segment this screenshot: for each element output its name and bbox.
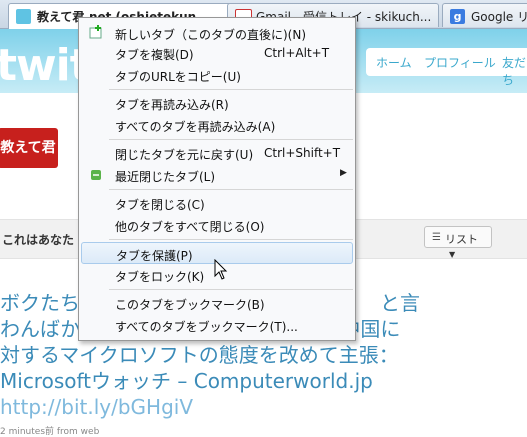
menu-item-label: このタブをブックマーク(B)	[115, 298, 265, 312]
menu-item-label: タブを保護(P)	[116, 249, 193, 263]
menu-item-duplicate-tab[interactable]: タブを複製(D) Ctrl+Alt+T	[81, 42, 353, 64]
nav-profile[interactable]: プロフィール	[424, 54, 496, 71]
list-icon: ☰	[432, 232, 441, 243]
menu-item-label: 閉じたタブを元に戻す(U)	[115, 148, 254, 162]
tab-title: Google リー	[471, 10, 527, 24]
menu-item-copy-url[interactable]: タブのURLをコピー(U)	[81, 64, 353, 86]
menu-separator	[109, 189, 353, 190]
menu-separator	[109, 139, 353, 140]
menu-item-label: タブを閉じる(C)	[115, 198, 205, 212]
avatar[interactable]: 教えて君	[0, 120, 66, 174]
info-bar-text: これはあなた	[2, 233, 75, 247]
tab-context-menu: 新しいタブ（このタブの直後に)(N) タブを複製(D) Ctrl+Alt+T タ…	[78, 17, 356, 341]
menu-separator	[109, 89, 353, 90]
new-tab-icon	[89, 25, 102, 39]
menu-item-label: 最近閉じたタブ(L)	[115, 170, 216, 184]
menu-item-shortcut: Ctrl+Alt+T	[264, 46, 330, 60]
nav-home[interactable]: ホーム	[376, 54, 412, 71]
mouse-cursor-icon	[214, 259, 228, 280]
menu-separator	[109, 239, 353, 240]
tweet-meta: 2 minutes前 from web	[0, 427, 100, 437]
menu-item-undo-close[interactable]: 閉じたタブを元に戻す(U) Ctrl+Shift+T	[81, 142, 353, 164]
menu-item-label: タブを複製(D)	[115, 48, 194, 62]
menu-item-bookmark-tab[interactable]: このタブをブックマーク(B)	[81, 292, 353, 314]
top-nav: ホーム プロフィール 友だち	[366, 48, 527, 87]
menu-item-label: タブを再読み込み(R)	[115, 98, 229, 112]
menu-separator	[109, 289, 353, 290]
menu-item-close-tab[interactable]: タブを閉じる(C)	[81, 192, 353, 214]
menu-item-reload-all[interactable]: すべてのタブを再読み込み(A)	[81, 114, 353, 136]
menu-item-recently-closed[interactable]: 最近閉じたタブ(L) ▶	[81, 164, 353, 186]
menu-item-label: タブをロック(K)	[115, 270, 205, 284]
menu-item-bookmark-all[interactable]: すべてのタブをブックマーク(T)...	[81, 314, 353, 336]
twitter-icon	[16, 9, 31, 24]
menu-item-close-others[interactable]: 他のタブをすべて閉じる(O)	[81, 214, 353, 236]
menu-item-label: タブのURLをコピー(U)	[115, 70, 241, 84]
submenu-arrow-icon: ▶	[340, 168, 347, 178]
tab-google-reader[interactable]: g Google リー	[442, 3, 527, 27]
menu-item-label: 新しいタブ（このタブの直後に)(N)	[115, 28, 307, 42]
menu-item-reload-tab[interactable]: タブを再読み込み(R)	[81, 92, 353, 114]
google-icon: g	[450, 9, 465, 24]
menu-item-new-tab[interactable]: 新しいタブ（このタブの直後に)(N)	[81, 22, 353, 44]
nav-friends[interactable]: 友だち	[502, 54, 527, 88]
tweet-link[interactable]: http://bit.ly/bGHgiV	[0, 395, 193, 419]
avatar-logo: 教えて君	[0, 128, 58, 168]
list-button[interactable]: ☰ リスト ▼	[424, 226, 492, 259]
recycle-icon	[91, 170, 101, 180]
menu-item-shortcut: Ctrl+Shift+T	[264, 146, 341, 160]
list-button-label: リスト	[445, 233, 478, 246]
chevron-down-icon: ▼	[449, 250, 456, 259]
menu-item-label: すべてのタブを再読み込み(A)	[115, 120, 276, 134]
menu-item-label: 他のタブをすべて閉じる(O)	[115, 220, 265, 234]
menu-item-label: すべてのタブをブックマーク(T)...	[115, 320, 298, 334]
